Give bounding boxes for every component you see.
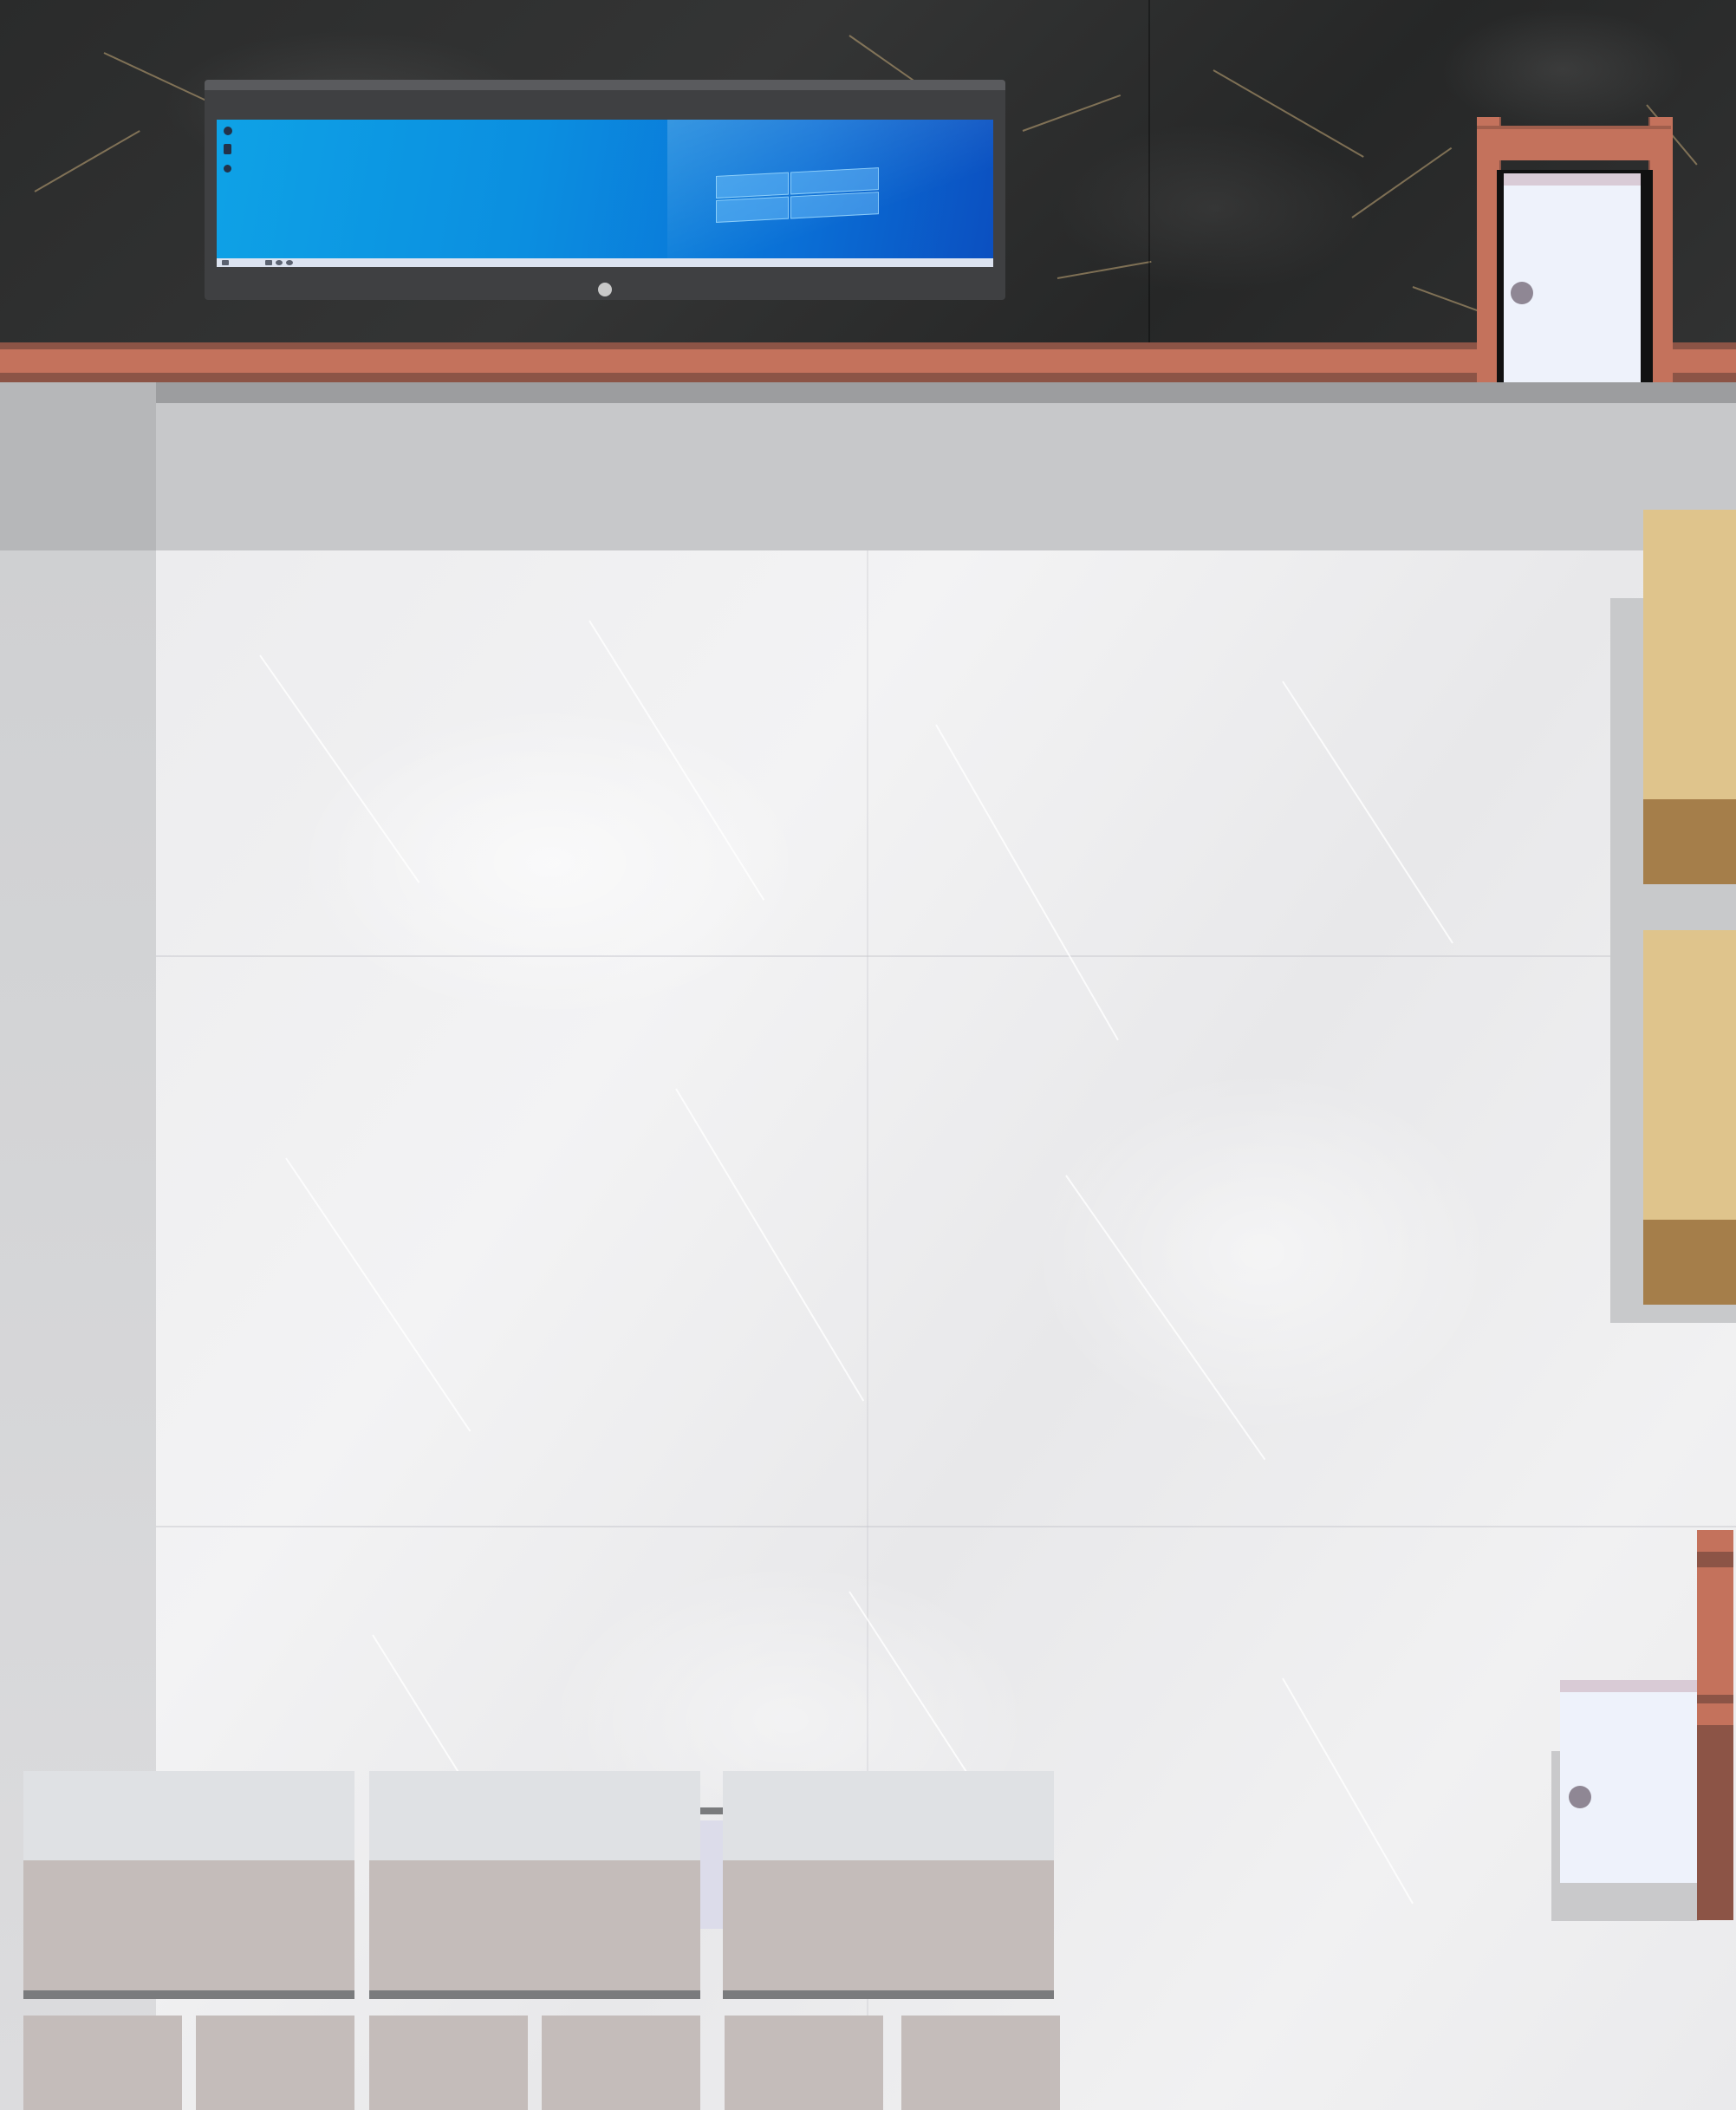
counter-connector [700, 1807, 723, 1814]
door-frame-band [1697, 1695, 1733, 1703]
floor-corner [0, 382, 156, 550]
taskbar[interactable] [217, 258, 993, 267]
app-icon[interactable] [265, 260, 272, 265]
counter-3-drawer[interactable] [901, 2016, 1060, 2110]
door-frame-band [1697, 1552, 1733, 1567]
windows-logo-icon [716, 167, 881, 223]
windows-logo-pane [790, 192, 879, 219]
windows-logo-pane [716, 196, 789, 223]
windows-logo-pane [790, 167, 879, 195]
counter-2-body [369, 1860, 700, 1990]
app-icon[interactable] [276, 260, 283, 265]
wall-monitor[interactable] [205, 80, 1005, 300]
counter-3[interactable] [723, 1771, 1054, 1860]
monitor-screen[interactable] [217, 120, 993, 267]
door-knob-icon[interactable] [1511, 282, 1533, 304]
start-icon[interactable] [222, 260, 229, 265]
counter-1[interactable] [23, 1771, 354, 1860]
windows-logo-pane [716, 172, 789, 199]
wall-seam [1148, 0, 1150, 342]
counter-1-body [23, 1860, 354, 1990]
counter-2[interactable] [369, 1771, 700, 1860]
bench-2[interactable] [1643, 930, 1736, 1220]
desktop-icon[interactable] [224, 144, 231, 154]
counter-3-body [723, 1860, 1054, 1990]
app-icon[interactable] [286, 260, 293, 265]
bench-2-foot [1643, 1220, 1736, 1305]
door-frame-lintel [1477, 126, 1671, 160]
wall-trim-edge [0, 342, 1736, 349]
bench-1[interactable] [1643, 510, 1736, 799]
door-frame-side-lower [1697, 1725, 1733, 1920]
counter-gap [700, 1820, 723, 1929]
desktop-icon[interactable] [224, 127, 232, 135]
counter-2-drawer[interactable] [369, 2016, 528, 2110]
floor-walkway [0, 403, 1736, 550]
monitor-bezel-top [205, 80, 1005, 90]
door-knob-icon[interactable] [1569, 1786, 1591, 1808]
counter-2-rail [369, 1990, 700, 1999]
counter-3-rail [723, 1990, 1054, 1999]
counter-2-drawer[interactable] [542, 2016, 700, 2110]
counter-3-drawer[interactable] [725, 2016, 883, 2110]
desktop-icon[interactable] [224, 165, 231, 173]
counter-1-drawer[interactable] [196, 2016, 354, 2110]
wall-trim-edge [0, 373, 1736, 382]
bench-1-foot [1643, 799, 1736, 884]
power-button-icon[interactable] [598, 283, 612, 296]
counter-1-drawer[interactable] [23, 2016, 182, 2110]
counter-1-rail [23, 1990, 354, 1999]
door-header [1560, 1680, 1697, 1692]
floor-edge [0, 382, 1736, 403]
